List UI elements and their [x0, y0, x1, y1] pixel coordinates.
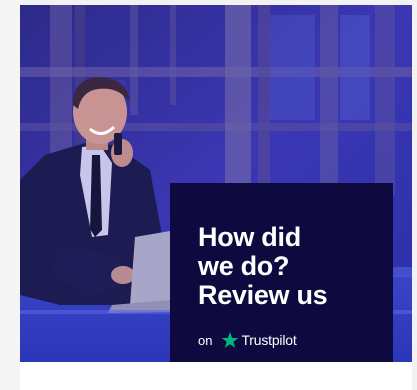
promo-card[interactable]: How did we do? Review us on Trustpilot: [20, 5, 412, 390]
review-headline: How did we do? Review us: [198, 223, 378, 310]
card-bottom: [20, 362, 412, 390]
trustpilot-star-icon: [222, 332, 239, 348]
headline-line: Review us: [198, 280, 328, 310]
page: How did we do? Review us on Trustpilot: [0, 0, 417, 390]
review-panel[interactable]: How did we do? Review us on Trustpilot: [170, 183, 393, 362]
headline-line: How did: [198, 222, 301, 252]
left-margin: [0, 0, 20, 390]
trustpilot-brand: Trustpilot: [241, 332, 297, 348]
on-label: on: [198, 332, 213, 348]
trustpilot-link[interactable]: on Trustpilot: [198, 331, 297, 349]
headline-line: we do?: [198, 251, 290, 281]
